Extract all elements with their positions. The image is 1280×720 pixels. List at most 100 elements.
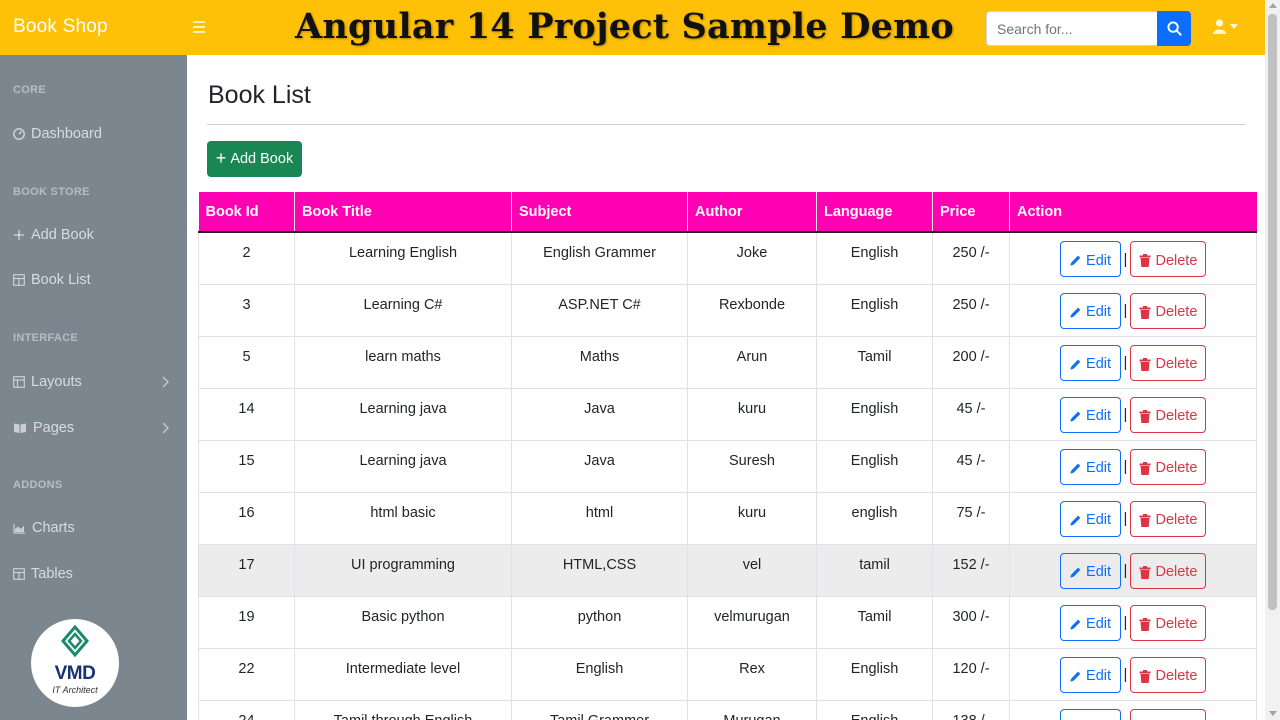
book-title-cell: UI programming bbox=[294, 544, 512, 597]
column-header-book-title[interactable]: Book Title bbox=[294, 192, 512, 233]
edit-button[interactable]: Edit bbox=[1059, 656, 1121, 693]
language-cell: English bbox=[816, 388, 933, 441]
book-title-cell: Learning C# bbox=[294, 284, 512, 337]
delete-button[interactable]: Delete bbox=[1130, 448, 1207, 485]
sidebar-item-pages[interactable]: Pages bbox=[13, 416, 175, 440]
brand-title[interactable]: Book Shop bbox=[13, 16, 108, 38]
action-cell: Edit | Delete bbox=[1009, 544, 1257, 597]
subject-cell: python bbox=[511, 596, 688, 649]
sidebar-item-label: Dashboard bbox=[31, 126, 102, 142]
scroll-up-icon[interactable] bbox=[1269, 3, 1277, 8]
column-header-price[interactable]: Price bbox=[932, 192, 1010, 233]
column-header-author[interactable]: Author bbox=[687, 192, 817, 233]
edit-button[interactable]: Edit bbox=[1059, 604, 1121, 641]
edit-button[interactable]: Edit bbox=[1059, 708, 1121, 720]
user-dropdown[interactable] bbox=[1213, 19, 1238, 34]
delete-label: Delete bbox=[1155, 408, 1198, 424]
sidebar-item-charts[interactable]: Charts bbox=[13, 516, 175, 540]
edit-button[interactable]: Edit bbox=[1059, 344, 1121, 381]
column-header-subject[interactable]: Subject bbox=[511, 192, 688, 233]
delete-button[interactable]: Delete bbox=[1130, 344, 1207, 381]
edit-label: Edit bbox=[1086, 304, 1112, 320]
edit-button[interactable]: Edit bbox=[1059, 396, 1121, 433]
language-cell: Tamil bbox=[816, 596, 933, 649]
book-title-cell: learn maths bbox=[294, 336, 512, 389]
table-row: 15 Learning java Java Suresh English 45 /- Edi… bbox=[198, 440, 1257, 493]
add-book-button[interactable]: + Add Book bbox=[207, 141, 302, 177]
sidebar-heading-core: CORE bbox=[13, 84, 46, 96]
subject-cell: html bbox=[511, 492, 688, 545]
book-id-cell: 14 bbox=[198, 388, 295, 441]
delete-button[interactable]: Delete bbox=[1130, 241, 1207, 277]
edit-button[interactable]: Edit bbox=[1059, 241, 1121, 277]
edit-button[interactable]: Edit bbox=[1059, 292, 1121, 329]
pencil-icon bbox=[1070, 567, 1081, 578]
delete-label: Delete bbox=[1155, 616, 1198, 632]
book-open-icon bbox=[14, 423, 26, 433]
logo-text: VMD bbox=[54, 663, 96, 684]
language-cell: English bbox=[816, 700, 933, 720]
book-title-cell: Learning English bbox=[294, 232, 512, 285]
edit-button[interactable]: Edit bbox=[1059, 500, 1121, 537]
language-cell: English bbox=[816, 648, 933, 701]
author-cell: Rexbonde bbox=[687, 284, 817, 337]
edit-button[interactable]: Edit bbox=[1059, 448, 1121, 485]
edit-button[interactable]: Edit bbox=[1059, 552, 1121, 589]
delete-button[interactable]: Delete bbox=[1130, 396, 1207, 433]
trash-icon bbox=[1139, 461, 1151, 475]
action-cell: Edit | Delete bbox=[1009, 440, 1257, 493]
subject-cell: English bbox=[511, 648, 688, 701]
book-id-cell: 17 bbox=[198, 544, 295, 597]
price-cell: 200 /- bbox=[932, 336, 1010, 389]
delete-button[interactable]: Delete bbox=[1130, 604, 1207, 641]
action-separator: | bbox=[1123, 562, 1128, 579]
author-cell: Suresh bbox=[687, 440, 817, 493]
trash-icon bbox=[1139, 513, 1151, 527]
delete-button[interactable]: Delete bbox=[1130, 708, 1207, 720]
page-scrollbar[interactable] bbox=[1265, 0, 1280, 720]
action-separator: | bbox=[1123, 458, 1128, 475]
book-title-cell: Learning java bbox=[294, 440, 512, 493]
sidebar-item-add-book[interactable]: Add Book bbox=[13, 223, 175, 247]
search-button[interactable] bbox=[1157, 11, 1191, 46]
subject-cell: ASP.NET C# bbox=[511, 284, 688, 337]
book-title-cell: Intermediate level bbox=[294, 648, 512, 701]
sidebar-item-dashboard[interactable]: Dashboard bbox=[13, 122, 175, 146]
edit-label: Edit bbox=[1086, 252, 1112, 269]
sidebar-item-layouts[interactable]: Layouts bbox=[13, 370, 175, 394]
book-table: Book Id Book Title Subject Author Langua… bbox=[198, 192, 1257, 720]
search-input[interactable] bbox=[986, 11, 1157, 46]
pencil-icon bbox=[1070, 359, 1081, 370]
trash-icon bbox=[1139, 617, 1151, 631]
scroll-down-icon[interactable] bbox=[1269, 711, 1277, 716]
delete-button[interactable]: Delete bbox=[1130, 500, 1207, 537]
table-row: 24Tamil through EnglishTamil GrammerMuru… bbox=[198, 700, 1257, 720]
language-cell: English bbox=[816, 232, 933, 285]
author-cell: Arun bbox=[687, 336, 817, 389]
sidebar-item-label: Book List bbox=[31, 272, 91, 288]
language-cell: tamil bbox=[816, 544, 933, 597]
delete-button[interactable]: Delete bbox=[1130, 552, 1207, 589]
trash-icon bbox=[1139, 357, 1151, 371]
logo-subtitle: IT Architect bbox=[52, 685, 98, 695]
book-id-cell: 3 bbox=[198, 284, 295, 337]
sidebar-item-book-list[interactable]: Book List bbox=[13, 268, 175, 292]
action-separator: | bbox=[1123, 510, 1128, 527]
sidebar-toggle-icon[interactable] bbox=[193, 18, 207, 36]
book-id-cell: 2 bbox=[198, 232, 295, 285]
delete-button[interactable]: Delete bbox=[1130, 656, 1207, 693]
book-title-cell: Basic python bbox=[294, 596, 512, 649]
author-cell: Rex bbox=[687, 648, 817, 701]
scrollbar-thumb[interactable] bbox=[1268, 14, 1277, 610]
vmd-diamond-logo-icon bbox=[61, 625, 89, 658]
price-cell: 300 /- bbox=[932, 596, 1010, 649]
sidebar-heading-book-store: BOOK STORE bbox=[13, 186, 90, 198]
action-cell: Edit | Delete bbox=[1009, 336, 1257, 389]
column-header-book-id[interactable]: Book Id bbox=[198, 192, 295, 233]
subject-cell: Tamil Grammer bbox=[511, 700, 688, 720]
title-divider bbox=[207, 124, 1246, 125]
book-id-cell: 16 bbox=[198, 492, 295, 545]
delete-button[interactable]: Delete bbox=[1130, 292, 1207, 329]
column-header-language[interactable]: Language bbox=[816, 192, 933, 233]
sidebar-item-tables[interactable]: Tables bbox=[13, 562, 175, 586]
